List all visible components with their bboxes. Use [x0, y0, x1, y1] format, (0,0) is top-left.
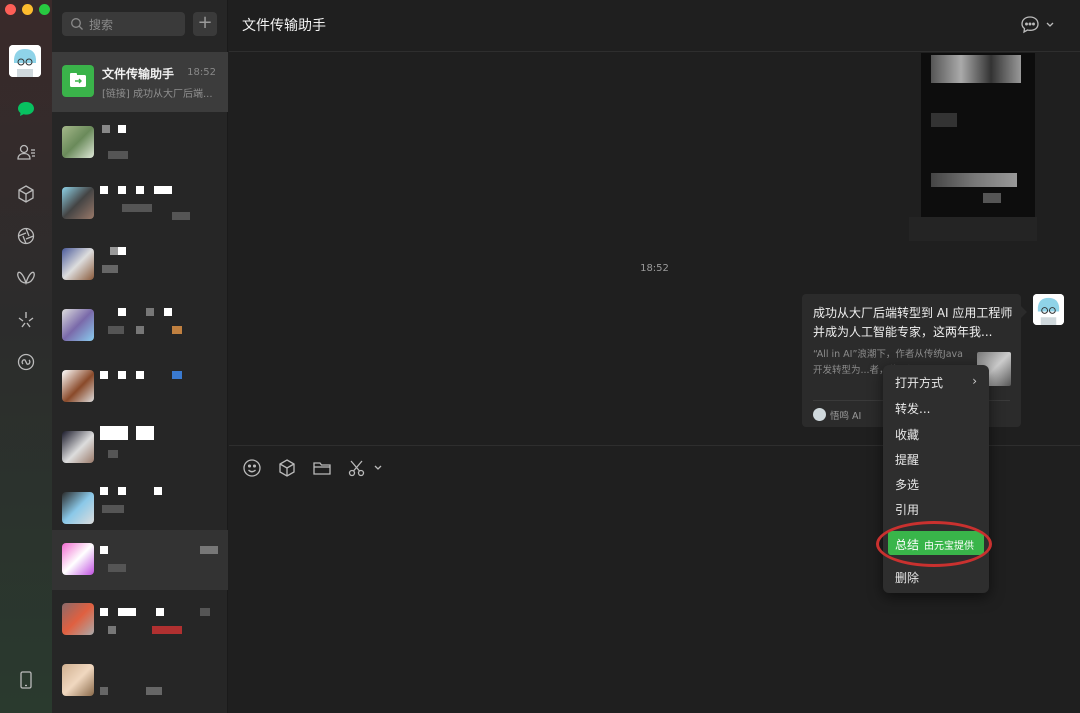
chat-header: 文件传输助手	[229, 0, 1080, 52]
source-avatar-icon	[813, 408, 826, 421]
list-item[interactable]	[52, 235, 228, 295]
window-controls	[5, 4, 50, 15]
avatar	[62, 664, 94, 696]
list-item[interactable]	[52, 590, 228, 650]
chat-list-panel: 搜索 + 文件传输助手 18:52 [链接] 成功从大厂后端...	[52, 0, 228, 713]
search-input[interactable]: 搜索	[62, 12, 185, 36]
list-item[interactable]	[52, 296, 228, 356]
aperture-icon[interactable]	[14, 224, 38, 248]
nav-sidebar	[0, 0, 52, 713]
list-item[interactable]	[52, 418, 228, 478]
chat-time: 18:52	[187, 67, 216, 78]
menu-item-multi-select[interactable]: 多选	[895, 476, 919, 493]
chat-window: 文件传输助手 18:52 成功从大厂后端转型到 AI 应用工程师并成为人工智能专…	[229, 0, 1080, 713]
menu-item-remind[interactable]: 提醒	[895, 451, 919, 468]
search-row: 搜索 +	[62, 12, 228, 38]
list-item[interactable]	[52, 651, 228, 711]
avatar	[62, 492, 94, 524]
image-message[interactable]	[909, 53, 1037, 241]
chat-name: 文件传输助手	[102, 67, 175, 81]
zoom-window-button[interactable]	[39, 4, 50, 15]
menu-item-forward[interactable]: 转发...	[895, 400, 930, 417]
link-card-title: 成功从大厂后端转型到 AI 应用工程师并成为人工智能专家，这两年我...	[813, 306, 1013, 339]
avatar	[62, 431, 94, 463]
menu-item-delete[interactable]: 删除	[895, 569, 919, 586]
minimize-window-button[interactable]	[22, 4, 33, 15]
link-card-source: 悟鸣 AI	[830, 411, 862, 422]
chat-bubble-icon[interactable]	[14, 97, 38, 121]
folder-icon[interactable]	[312, 458, 334, 478]
emoji-icon[interactable]	[242, 458, 264, 478]
highlight-annotation-ring	[876, 521, 992, 567]
chevron-right-icon: ›	[972, 374, 977, 388]
butterfly-icon[interactable]	[14, 266, 38, 290]
list-item[interactable]	[52, 174, 228, 234]
folder-icon	[70, 73, 86, 87]
search-placeholder: 搜索	[89, 18, 114, 32]
avatar	[62, 309, 94, 341]
avatar	[62, 126, 94, 158]
close-window-button[interactable]	[5, 4, 16, 15]
cube-icon[interactable]	[14, 182, 38, 206]
phone-icon[interactable]	[14, 668, 38, 692]
link-icon[interactable]	[14, 350, 38, 374]
list-item[interactable]	[52, 357, 228, 417]
search-icon	[71, 18, 83, 30]
chat-item-file-transfer[interactable]: 文件传输助手 18:52 [链接] 成功从大厂后端...	[52, 52, 228, 112]
file-transfer-avatar	[62, 65, 94, 97]
menu-item-quote[interactable]: 引用	[895, 501, 919, 518]
contacts-icon[interactable]	[14, 140, 38, 164]
message-timestamp: 18:52	[640, 263, 669, 274]
menu-item-favorite[interactable]: 收藏	[895, 426, 919, 443]
avatar	[62, 187, 94, 219]
chat-preview: [链接] 成功从大厂后端...	[102, 89, 213, 100]
list-item[interactable]	[52, 530, 228, 590]
avatar	[62, 248, 94, 280]
menu-item-open-with[interactable]: 打开方式	[895, 374, 943, 391]
add-button[interactable]: +	[193, 12, 217, 36]
avatar	[62, 543, 94, 575]
favorites-cube-icon[interactable]	[277, 458, 299, 478]
chat-info-icon[interactable]	[1020, 15, 1058, 35]
user-avatar[interactable]	[9, 45, 41, 77]
list-item[interactable]	[52, 113, 228, 173]
sparkle-icon[interactable]	[14, 308, 38, 332]
screenshot-scissors-icon[interactable]	[347, 458, 385, 478]
avatar	[62, 603, 94, 635]
self-avatar[interactable]	[1033, 294, 1064, 325]
chat-title: 文件传输助手	[242, 18, 326, 34]
avatar	[62, 370, 94, 402]
